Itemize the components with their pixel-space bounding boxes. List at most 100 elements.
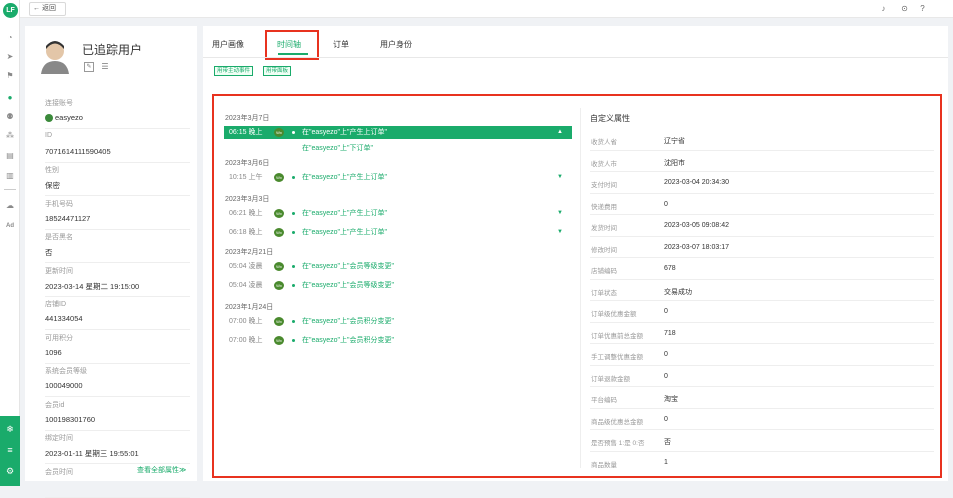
expand-icon[interactable]: ▼	[557, 207, 563, 220]
snowflake-icon[interactable]: ❄	[0, 419, 20, 439]
attribute-row: 平台编码 淘宝	[590, 387, 934, 409]
timeline-event[interactable]: 07:00 晚上 Wx 在"easyezo"上"会员积分变更"	[224, 334, 572, 347]
profile-field: 店铺ID 441334054	[45, 298, 190, 330]
bottom-actions: ❄ ≡ ⚙	[0, 416, 20, 486]
wechat-icon: Wx	[274, 173, 284, 182]
event-time: 06:15 晚上	[229, 129, 263, 136]
timeline-dot	[292, 265, 295, 268]
profile-panel: 已追踪用户 ✎ ☰ 连接账号 easyezo ID 7071614111590405 性…	[25, 26, 197, 498]
flag-icon[interactable]: ⚑	[4, 70, 16, 82]
attribute-row: 是否预售 1:是 0:否 否	[590, 430, 934, 452]
attribute-value: 718	[664, 329, 676, 337]
tab-user-identity[interactable]: 用户身份	[380, 39, 412, 50]
timeline-event[interactable]: 10:15 上午 Wx 在"easyezo"上"产生上订单" ▼	[224, 171, 572, 184]
org-icon[interactable]: ⁂	[4, 130, 16, 142]
attribute-value: 沈阳市	[664, 159, 685, 167]
help-icon[interactable]: ?	[917, 3, 928, 14]
field-label: 是否黑名	[45, 234, 73, 241]
tab-orders[interactable]: 订单	[333, 39, 349, 50]
timeline-event[interactable]: 05:04 凌晨 Wx 在"easyezo"上"会员等级变更"	[224, 279, 572, 292]
ad-icon[interactable]: Ad	[4, 220, 16, 232]
field-value-text: 保密	[45, 181, 60, 190]
edit-icon[interactable]: ✎	[84, 62, 94, 72]
profile-field: 更新时间 2023-03-14 星期二 19:15:00	[45, 265, 190, 297]
attribute-key: 修改时间	[591, 246, 617, 254]
back-button[interactable]: ← 返回	[29, 2, 66, 16]
collapse-icon[interactable]: ▲	[557, 126, 563, 139]
chat-icon[interactable]: ☁	[4, 200, 16, 212]
timeline-event[interactable]: 06:18 晚上 Wx 在"easyezo"上"产生上订单" ▼	[224, 226, 572, 239]
field-label: 绑定时间	[45, 435, 73, 442]
attribute-value: 淘宝	[664, 396, 678, 403]
attribute-key: 商品级优惠总金额	[591, 418, 643, 426]
attribute-value: 0	[664, 308, 668, 315]
field-value: 2023-03-14 星期二 19:15:00	[45, 281, 139, 292]
list-icon[interactable]: ☰	[100, 62, 110, 72]
dashboard-icon[interactable]: ◔	[4, 32, 16, 44]
expand-icon[interactable]: ▼	[557, 171, 563, 184]
expand-icon[interactable]: ▼	[557, 226, 563, 239]
filter-tag-panel[interactable]: 用带面板	[263, 66, 292, 76]
wechat-icon: Wx	[274, 336, 284, 345]
wechat-icon: Wx	[274, 228, 284, 237]
timeline-sub-event: 在"easyezo"上"下订单"	[302, 145, 374, 152]
attribute-key: 收货人市	[591, 160, 617, 168]
timeline-event[interactable]: 07:00 晚上 Wx 在"easyezo"上"会员积分变更"	[224, 315, 572, 328]
nav-divider	[4, 189, 16, 190]
wechat-icon: Wx	[274, 317, 284, 326]
message-icon[interactable]: ⊙	[899, 3, 910, 14]
attribute-key: 发货时间	[591, 225, 617, 232]
attribute-key: 订单优惠前总金额	[591, 332, 643, 340]
filter-tag-active-events[interactable]: 用带主动事件	[214, 66, 254, 76]
timeline-dot	[292, 212, 295, 215]
field-value-text: 18524471127	[45, 213, 91, 223]
timeline-highlight-box: 2023年3月7日 2023年3月6日 2023年3月3日 2023年2月21日 202…	[212, 94, 942, 478]
users-icon[interactable]: ⚉	[4, 111, 16, 123]
event-time: 10:15 上午	[229, 174, 263, 181]
timeline-dot	[292, 339, 295, 342]
bell-icon[interactable]: ♪	[878, 3, 889, 14]
attribute-row: 商品数量 1	[590, 452, 934, 469]
profile-field: ID 7071614111590405	[45, 131, 190, 163]
timeline-date: 2023年3月3日	[225, 196, 270, 203]
profile-field: 手机号码 18524471127	[45, 198, 190, 230]
field-label: 会员id	[45, 401, 65, 409]
attribute-key: 订单状态	[591, 289, 617, 297]
menu-icon[interactable]: ≡	[0, 440, 20, 460]
attribute-row: 订单退款金额 0	[590, 366, 934, 387]
timeline-event[interactable]: 05:04 凌晨 Wx 在"easyezo"上"会员等级变更"	[224, 260, 572, 273]
timeline-dot	[292, 231, 295, 234]
attribute-row: 手工调整优惠金额 0	[590, 344, 934, 366]
attribute-key: 快递费用	[591, 203, 617, 211]
wechat-icon: Wx	[274, 209, 284, 218]
timeline-event[interactable]: 06:21 晚上 Wx 在"easyezo"上"产生上订单" ▼	[224, 207, 572, 220]
book-icon[interactable]: ▤	[4, 150, 16, 162]
attribute-row: 店铺编码 678	[590, 258, 934, 280]
tab-user-portrait[interactable]: 用户画像	[212, 39, 244, 50]
timeline-date: 2023年2月21日	[225, 249, 274, 256]
event-text: 在"easyezo"上"产生上订单"	[302, 129, 388, 136]
field-value: 100049000	[45, 381, 83, 390]
tabs-divider	[203, 57, 948, 58]
field-value-text: 2023-03-14 星期二 19:15:00	[45, 281, 140, 291]
avatar	[41, 41, 69, 74]
attribute-key: 平台编码	[591, 397, 617, 404]
attribute-row: 发货时间 2023-03-05 09:08:42	[590, 215, 934, 237]
app-logo[interactable]: LF	[3, 3, 18, 18]
timeline-dot	[292, 320, 295, 323]
gear-icon[interactable]: ⚙	[0, 461, 20, 481]
event-text: 在"easyezo"上"会员积分变更"	[302, 337, 395, 344]
event-time: 06:21 晚上	[229, 210, 263, 217]
profile-field: 绑定时间 2023-01-11 星期三 19:55:01	[45, 432, 190, 464]
chart-icon[interactable]: ▥	[4, 170, 16, 182]
user-icon[interactable]: ●	[4, 92, 16, 104]
field-label: 连接账号	[45, 100, 73, 107]
panel-divider	[580, 108, 581, 468]
field-value-text: easyezo	[55, 113, 83, 122]
see-all-attributes-link[interactable]: 查看全部属性≫	[137, 465, 186, 475]
field-value: 否	[45, 247, 53, 258]
send-icon[interactable]: ➤	[4, 51, 16, 63]
timeline: 2023年3月7日 2023年3月6日 2023年3月3日 2023年2月21日 202…	[224, 112, 576, 472]
profile-field: 可用积分 1096	[45, 332, 190, 364]
timeline-event[interactable]: 06:15 晚上 Wx 在"easyezo"上"产生上订单" ▲	[224, 126, 572, 139]
